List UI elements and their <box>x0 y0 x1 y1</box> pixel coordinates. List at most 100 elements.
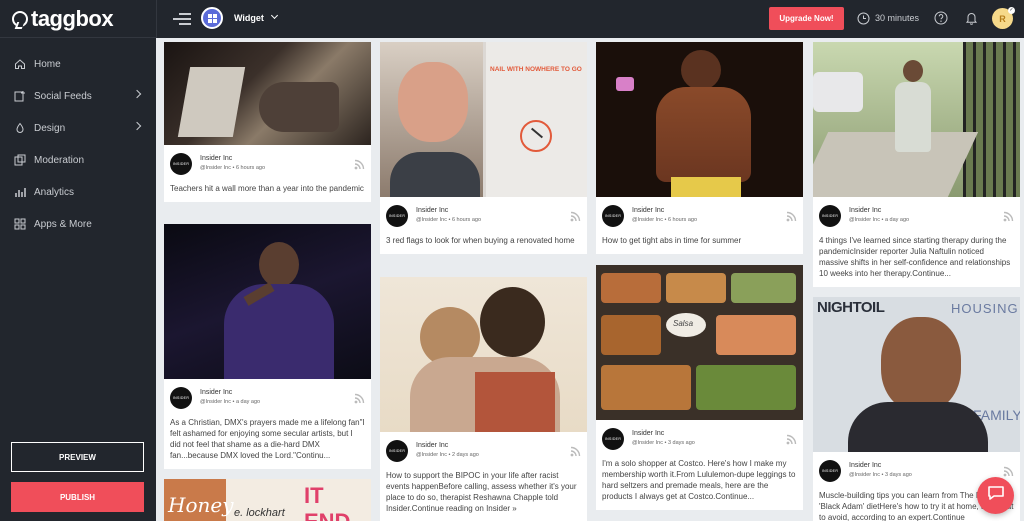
avatar-badge: ✓ <box>1008 7 1015 14</box>
clock-icon <box>857 12 870 30</box>
author-name: Insider Inc <box>849 462 882 469</box>
taggbox-logo[interactable]: taggbox <box>0 0 156 38</box>
post-card[interactable]: INSIDER Insider Inc @Insider Inc • a day… <box>164 224 371 469</box>
chevron-right-icon <box>132 89 142 99</box>
sidebar-item-label: Social Feeds <box>34 90 92 102</box>
post-card[interactable]: INSIDER Insider Inc @Insider Inc • 6 hou… <box>164 42 371 202</box>
author-handle: @Insider Inc • 6 hours ago <box>200 165 266 171</box>
post-card[interactable]: Honey IT END e. lockhart <box>164 479 371 521</box>
author-avatar: INSIDER <box>819 460 841 482</box>
post-card[interactable]: Salsa INSIDER Insider Inc @Insider Inc •… <box>596 265 803 510</box>
author-avatar: INSIDER <box>386 440 408 462</box>
chat-icon <box>987 485 1005 506</box>
author-avatar: INSIDER <box>170 153 192 175</box>
author-handle: @Insider Inc • 3 days ago <box>849 472 912 478</box>
author-name: Insider Inc <box>632 430 665 437</box>
post-card[interactable]: NAIL WITH NOWHERE TO GO INSIDER Insider … <box>380 42 587 254</box>
sidebar-item-label: Moderation <box>34 154 85 166</box>
post-card[interactable]: INSIDER Insider Inc @Insider Inc • 2 day… <box>380 277 587 521</box>
sidebar-item-apps-more[interactable]: Apps & More <box>0 208 156 240</box>
author-name: Insider Inc <box>632 207 665 214</box>
author-handle: @Insider Inc • 3 days ago <box>632 440 695 446</box>
post-text: 4 things I've learned since starting the… <box>819 236 1011 278</box>
rss-icon <box>1003 209 1014 227</box>
sidebar-item-label: Apps & More <box>34 218 92 230</box>
author-avatar: INSIDER <box>170 387 192 409</box>
author-avatar: INSIDER <box>819 205 841 227</box>
rss-icon <box>354 391 365 409</box>
post-text: How to support the BIPOC in your life af… <box>386 471 577 513</box>
analytics-icon <box>14 186 26 198</box>
author-name: Insider Inc <box>200 155 233 162</box>
sidebar-item-moderation[interactable]: Moderation <box>0 144 156 176</box>
author-name: Insider Inc <box>849 207 882 214</box>
author-name: Insider Inc <box>416 207 449 214</box>
post-meta: INSIDER Insider Inc @Insider Inc • 6 hou… <box>596 197 803 233</box>
author-handle: @Insider Inc • a day ago <box>200 399 261 405</box>
upgrade-button[interactable]: Upgrade Now! <box>769 7 844 30</box>
post-meta: INSIDER Insider Inc @Insider Inc • 6 hou… <box>380 197 587 233</box>
post-text: Teachers hit a wall more than a year int… <box>170 184 364 193</box>
post-text: 3 red flags to look for when buying a re… <box>386 236 575 245</box>
post-image: Honey IT END e. lockhart <box>164 479 371 521</box>
widget-selector[interactable]: Widget <box>234 13 264 23</box>
topbar: Widget Upgrade Now! 30 minutes R ✓ <box>156 0 1024 38</box>
sidebar-item-social-feeds[interactable]: Social Feeds <box>0 80 156 112</box>
post-text: As a Christian, DMX's prayers made me a … <box>170 418 365 460</box>
post-image <box>164 42 371 145</box>
post-meta: INSIDER Insider Inc @Insider Inc • a day… <box>813 197 1020 233</box>
sidebar-nav: Home Social Feeds Design Moderation Anal… <box>0 38 156 240</box>
post-image <box>380 277 587 432</box>
post-card[interactable]: INSIDER Insider Inc @Insider Inc • 6 hou… <box>596 42 803 254</box>
rss-icon <box>786 209 797 227</box>
post-card[interactable]: INSIDER Insider Inc @Insider Inc • a day… <box>813 42 1020 287</box>
post-image <box>164 224 371 379</box>
moderation-icon <box>14 154 26 166</box>
help-icon[interactable] <box>934 11 948 30</box>
logo-text: taggbox <box>31 5 114 31</box>
logo-icon <box>12 10 28 27</box>
publish-button[interactable]: PUBLISH <box>11 482 144 512</box>
sidebar-item-analytics[interactable]: Analytics <box>0 176 156 208</box>
trial-time-remaining: 30 minutes <box>875 13 920 23</box>
add-feed-icon <box>14 90 26 102</box>
apps-icon <box>14 218 26 230</box>
post-text: How to get tight abs in time for summer <box>602 236 742 245</box>
widget-icon[interactable] <box>201 7 223 29</box>
sidebar-item-label: Home <box>34 58 61 70</box>
author-avatar: INSIDER <box>602 428 624 450</box>
author-handle: @Insider Inc • 6 hours ago <box>416 217 482 223</box>
post-image <box>813 42 1020 197</box>
rss-icon <box>570 209 581 227</box>
rss-icon <box>570 444 581 462</box>
preview-button[interactable]: PREVIEW <box>11 442 144 472</box>
feed-grid: INSIDER Insider Inc @Insider Inc • 6 hou… <box>156 38 1024 521</box>
menu-toggle-icon[interactable] <box>173 13 191 25</box>
author-handle: @Insider Inc • a day ago <box>849 217 910 223</box>
sidebar: taggbox Home Social Feeds Design Moderat… <box>0 0 156 521</box>
author-avatar: INSIDER <box>386 205 408 227</box>
author-handle: @Insider Inc • 2 days ago <box>416 452 479 458</box>
sidebar-item-label: Design <box>34 122 66 134</box>
sidebar-item-home[interactable]: Home <box>0 48 156 80</box>
author-name: Insider Inc <box>200 389 233 396</box>
author-handle: @Insider Inc • 6 hours ago <box>632 217 698 223</box>
post-image: NIGHTOIL HOUSING LAW FAMILY <box>813 297 1020 452</box>
post-image <box>596 42 803 197</box>
post-meta: INSIDER Insider Inc @Insider Inc • 2 day… <box>380 432 587 468</box>
post-meta: INSIDER Insider Inc @Insider Inc • 3 day… <box>596 420 803 456</box>
palette-icon <box>14 122 26 134</box>
chevron-down-icon[interactable] <box>270 11 279 20</box>
post-meta: INSIDER Insider Inc @Insider Inc • 6 hou… <box>164 145 371 181</box>
post-image: NAIL WITH NOWHERE TO GO <box>380 42 587 197</box>
rss-icon <box>786 432 797 450</box>
bell-icon[interactable] <box>965 11 978 30</box>
author-avatar: INSIDER <box>602 205 624 227</box>
post-image: Salsa <box>596 265 803 420</box>
post-text: I'm a solo shopper at Costco. Here's how… <box>602 459 796 501</box>
sidebar-item-design[interactable]: Design <box>0 112 156 144</box>
home-icon <box>14 58 26 70</box>
author-name: Insider Inc <box>416 442 449 449</box>
chat-support-button[interactable] <box>977 477 1014 514</box>
chevron-right-icon <box>132 121 142 131</box>
